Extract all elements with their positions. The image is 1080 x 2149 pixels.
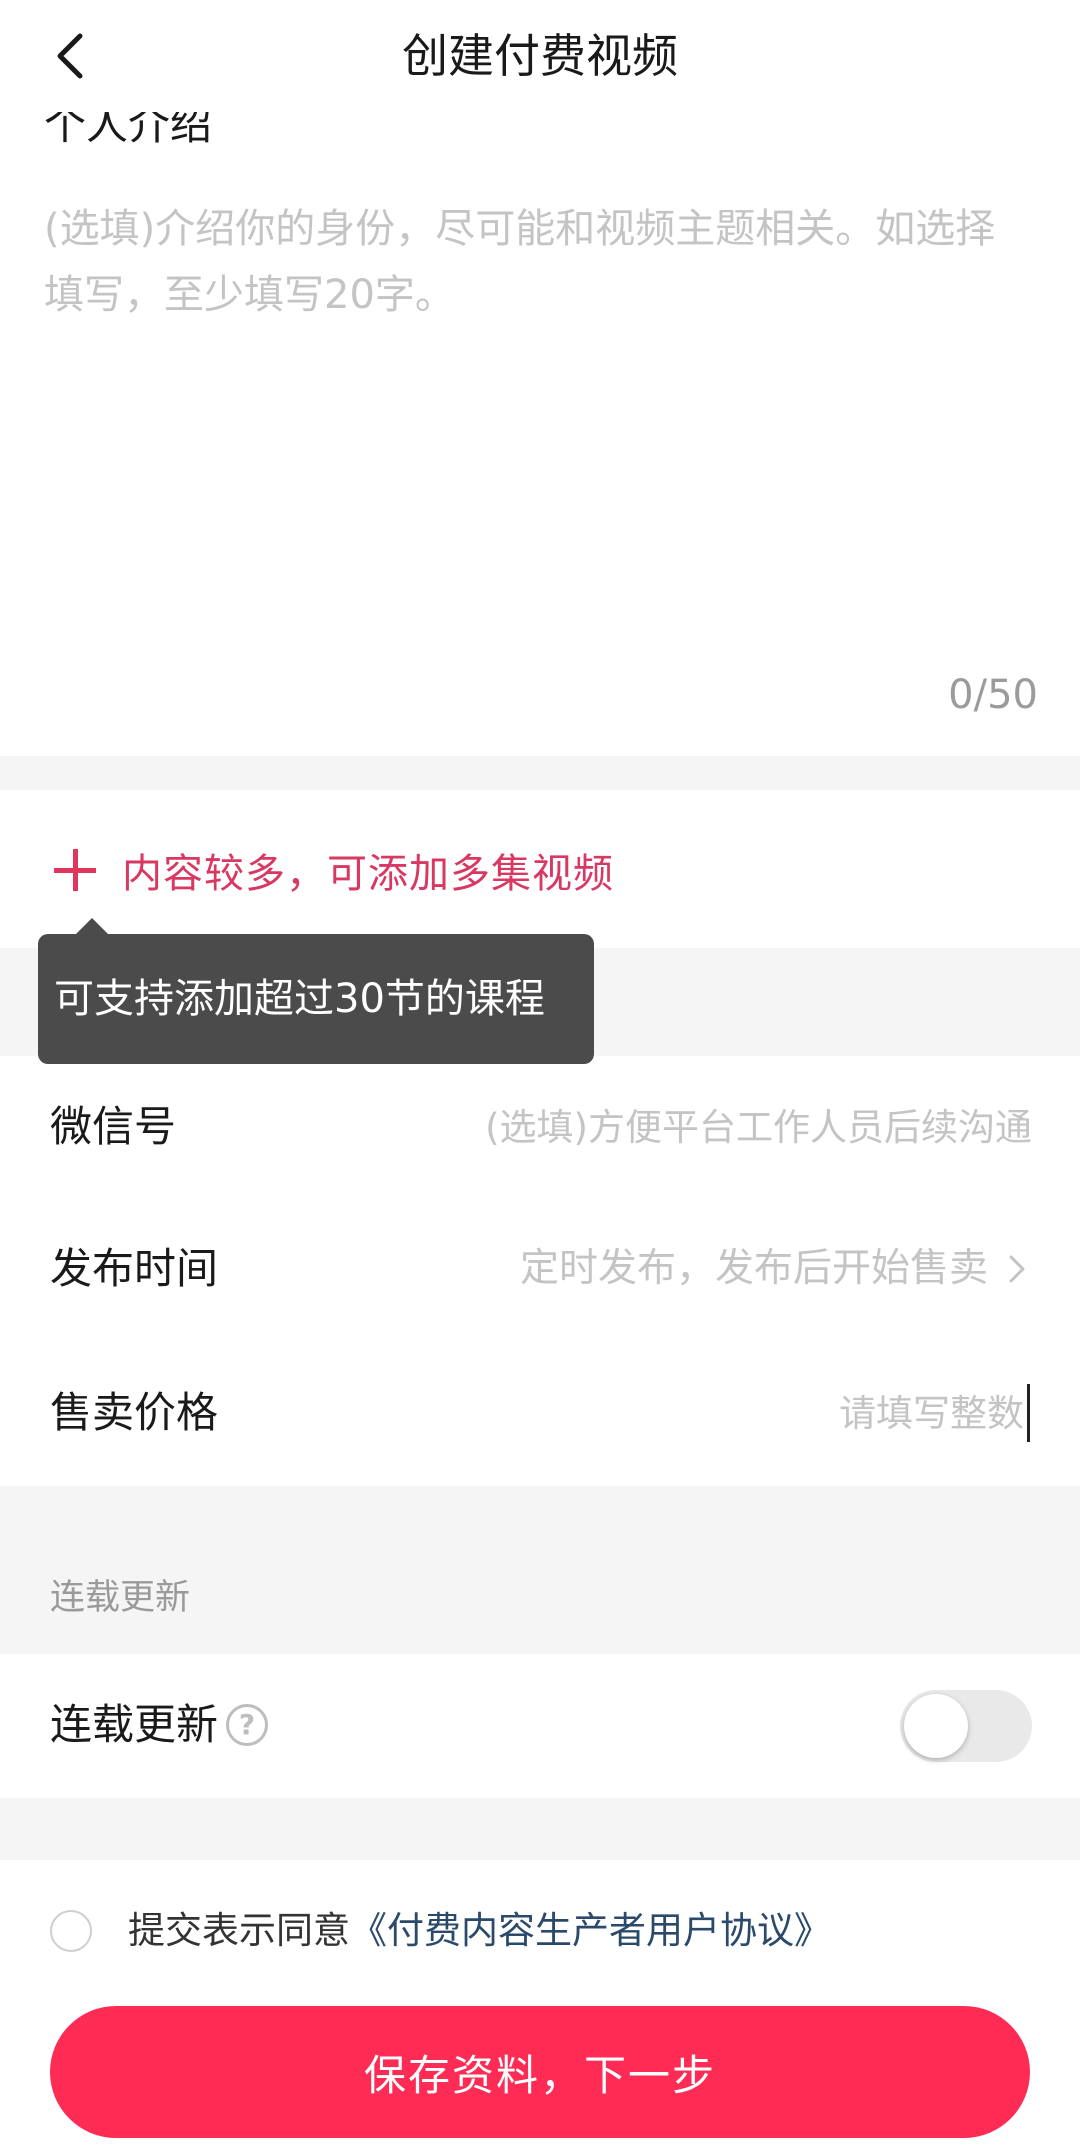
publish-time-value: 定时发布，发布后开始售卖 bbox=[519, 1246, 988, 1291]
toggle-knob bbox=[904, 1694, 968, 1758]
save-next-button[interactable]: 保存资料，下一步 bbox=[50, 2006, 1030, 2138]
publish-time-label: 发布时间 bbox=[50, 1244, 219, 1293]
serial-section-title: 连载更新 bbox=[50, 1578, 191, 1618]
section-divider bbox=[0, 1486, 1080, 1654]
agreement-text: 提交表示同意《付费内容生产者用户协议》 bbox=[128, 1904, 831, 1958]
add-episodes-label: 内容较多，可添加多集视频 bbox=[122, 851, 614, 897]
page-title: 创建付费视频 bbox=[402, 29, 678, 83]
intro-char-count: 0/50 bbox=[948, 672, 1038, 718]
price-row: 售卖价格 bbox=[0, 1342, 1080, 1484]
publish-time-row[interactable]: 发布时间 定时发布，发布后开始售卖 bbox=[0, 1198, 1080, 1340]
wechat-input[interactable] bbox=[432, 1100, 1032, 1154]
tooltip: 可支持添加超过30节的课程 bbox=[38, 934, 594, 1064]
add-episodes-button[interactable]: 内容较多，可添加多集视频 bbox=[50, 840, 614, 900]
section-divider bbox=[0, 756, 1080, 790]
intro-textarea[interactable] bbox=[44, 196, 1034, 696]
top-bar: 创建付费视频 bbox=[0, 0, 1080, 112]
wechat-row: 微信号 bbox=[0, 1056, 1080, 1198]
serial-row: 连载更新 ? bbox=[0, 1654, 1080, 1798]
section-divider bbox=[0, 1798, 1080, 1860]
question-circle-icon[interactable]: ? bbox=[226, 1704, 268, 1746]
agreement-link[interactable]: 《付费内容生产者用户协议》 bbox=[350, 1909, 831, 1952]
chevron-right-icon bbox=[1009, 1255, 1025, 1283]
wechat-label: 微信号 bbox=[50, 1102, 177, 1151]
agreement-checkbox[interactable] bbox=[50, 1910, 92, 1952]
agreement-row: 提交表示同意《付费内容生产者用户协议》 bbox=[0, 1900, 1080, 1964]
price-label: 售卖价格 bbox=[50, 1388, 219, 1437]
plus-icon bbox=[50, 845, 100, 895]
tooltip-text: 可支持添加超过30节的课程 bbox=[54, 976, 545, 1022]
serial-label: 连载更新 bbox=[50, 1700, 219, 1749]
text-caret bbox=[1027, 1384, 1030, 1442]
agreement-prefix: 提交表示同意 bbox=[128, 1909, 350, 1952]
serial-toggle[interactable] bbox=[900, 1690, 1032, 1762]
price-input[interactable] bbox=[424, 1386, 1024, 1440]
